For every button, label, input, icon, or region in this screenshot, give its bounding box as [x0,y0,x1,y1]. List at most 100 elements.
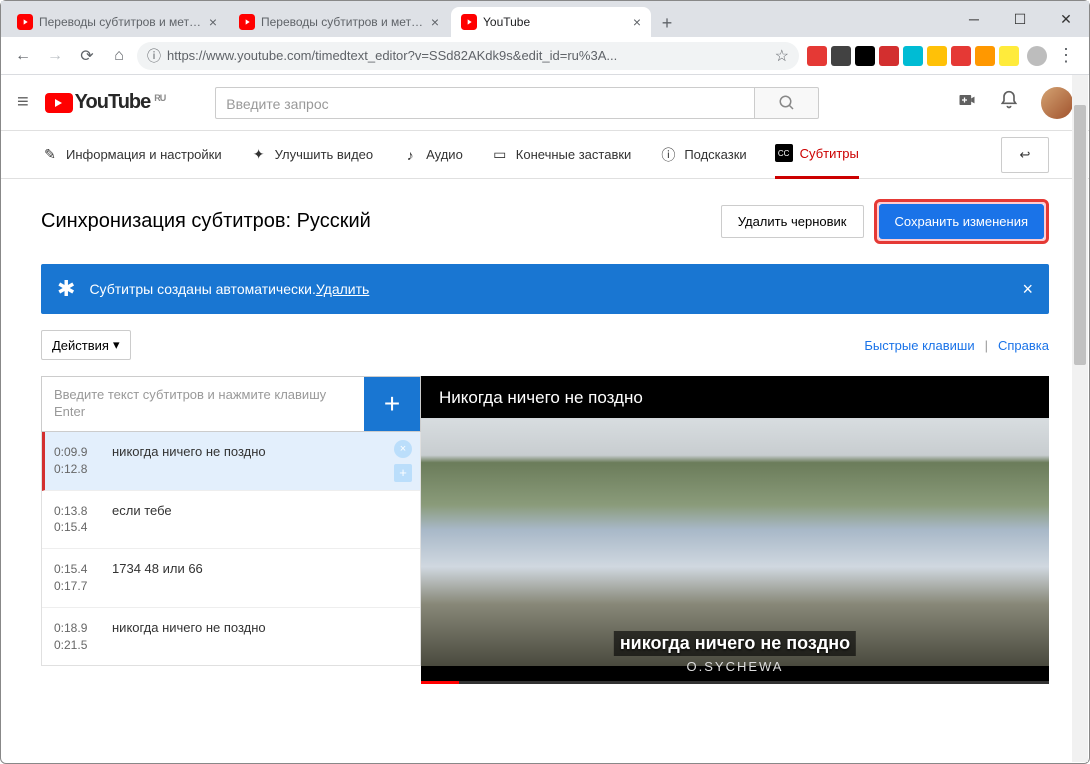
menu-button[interactable]: ⋮ [1051,45,1081,66]
delete-draft-button[interactable]: Удалить черновик [721,205,864,238]
tab-audio[interactable]: ♪Аудио [401,131,463,179]
save-changes-button[interactable]: Сохранить изменения [879,204,1045,239]
extension-icon[interactable] [903,46,923,66]
extension-icon[interactable] [855,46,875,66]
subtitle-text[interactable]: 1734 48 или 66 [112,561,408,595]
add-subtitle-button[interactable]: + [364,377,420,431]
wand-icon: ✦ [250,146,268,164]
subtitle-text[interactable]: никогда ничего не поздно [112,444,408,478]
youtube-favicon-icon [17,14,33,30]
subtitle-item[interactable]: 0:18.9 0:21.5 никогда ничего не поздно [42,608,420,666]
remove-subtitle-icon[interactable]: × [394,440,412,458]
scrollbar-thumb[interactable] [1074,105,1086,365]
search-button[interactable] [755,87,819,119]
region-label: RU [154,93,165,103]
header-actions [957,87,1073,119]
help-link[interactable]: Справка [998,338,1049,353]
subtitle-text-input[interactable]: Введите текст субтитров и нажмите клавиш… [42,377,364,431]
youtube-header: ≡ YouTube RU Введите запрос [1,75,1089,131]
bookmark-icon[interactable]: ☆ [775,46,789,66]
url-field[interactable]: ⓘ https://www.youtube.com/timedtext_edit… [137,42,799,70]
actions-dropdown[interactable]: Действия ▾ [41,330,131,360]
close-icon[interactable]: × [633,14,641,30]
new-tab-button[interactable]: + [653,9,681,37]
extension-icon[interactable] [999,46,1019,66]
banner-delete-link[interactable]: Удалить [316,281,369,297]
extension-icon[interactable] [807,46,827,66]
subtitle-text[interactable]: никогда ничего не поздно [112,620,408,654]
video-preview[interactable]: Никогда ничего не поздно никогда ничего … [421,376,1049,684]
extensions [803,46,1023,66]
upload-icon[interactable] [957,90,977,115]
search-form: Введите запрос [215,87,819,119]
tab-endscreens[interactable]: ▭Конечные заставки [491,131,632,179]
return-button[interactable]: ↩ [1001,137,1049,173]
subtitle-editor: Введите текст субтитров и нажмите клавиш… [1,376,1089,684]
forward-button[interactable]: → [41,42,69,70]
home-button[interactable]: ⌂ [105,42,133,70]
tab-subtitles[interactable]: CCСубтитры [775,131,859,179]
tab-title: YouTube [483,15,627,29]
extension-icon[interactable] [831,46,851,66]
browser-tab[interactable]: Переводы субтитров и метадан × [7,7,227,37]
browser-tab[interactable]: Переводы субтитров и метадан × [229,7,449,37]
subtitle-list: 0:09.9 0:12.8 никогда ничего не поздно ×… [41,432,421,666]
auto-subs-banner: ✱ Субтитры созданы автоматически. Удалит… [41,264,1049,314]
info-icon: ⓘ [659,146,677,164]
asterisk-icon: ✱ [57,276,75,302]
endscreen-icon: ▭ [491,146,509,164]
tab-cards[interactable]: ⓘПодсказки [659,131,746,179]
shortcuts-link[interactable]: Быстрые клавиши [864,338,974,353]
help-links: Быстрые клавиши | Справка [864,338,1049,353]
subtitle-times[interactable]: 0:15.4 0:17.7 [54,561,112,595]
tab-info[interactable]: ✎Информация и настройки [41,131,222,179]
subtitle-times[interactable]: 0:09.9 0:12.8 [54,444,112,478]
close-icon[interactable]: × [209,14,217,30]
logo-text: YouTube [75,91,151,114]
notifications-icon[interactable] [999,90,1019,115]
youtube-logo[interactable]: YouTube RU [45,91,166,114]
site-info-icon[interactable]: ⓘ [147,46,161,66]
subtitle-item[interactable]: 0:13.8 0:15.4 если тебе [42,491,420,550]
close-window-button[interactable]: ✕ [1043,1,1089,37]
cc-icon: CC [775,144,793,162]
url-text: https://www.youtube.com/timedtext_editor… [167,48,617,63]
editor-tabs: ✎Информация и настройки ✦Улучшить видео … [1,131,1089,179]
browser-tab-active[interactable]: YouTube × [451,7,651,37]
youtube-favicon-icon [239,14,255,30]
profile-icon[interactable] [1027,46,1047,66]
subtitle-item[interactable]: 0:09.9 0:12.8 никогда ничего не поздно ×… [42,432,420,491]
subtitle-item[interactable]: 0:15.4 0:17.7 1734 48 или 66 [42,549,420,608]
insert-subtitle-icon[interactable]: + [394,464,412,482]
subtitle-times[interactable]: 0:18.9 0:21.5 [54,620,112,654]
subtitle-times[interactable]: 0:13.8 0:15.4 [54,503,112,537]
tab-title: Переводы субтитров и метадан [261,15,425,29]
extension-icon[interactable] [879,46,899,66]
pencil-icon: ✎ [41,146,59,164]
window-controls: ─ ☐ ✕ [951,1,1089,37]
youtube-play-icon [45,93,73,113]
hamburger-icon[interactable]: ≡ [17,91,45,114]
avatar[interactable] [1041,87,1073,119]
video-title: Никогда ничего не поздно [421,376,1049,420]
reload-button[interactable]: ⟳ [73,42,101,70]
scrollbar[interactable] [1072,75,1088,762]
maximize-button[interactable]: ☐ [997,1,1043,37]
video-progress[interactable] [421,681,1049,684]
minimize-button[interactable]: ─ [951,1,997,37]
banner-close-button[interactable]: × [1022,279,1033,300]
extension-icon[interactable] [951,46,971,66]
banner-text: Субтитры созданы автоматически. [89,281,315,297]
subtitle-input-row: Введите текст субтитров и нажмите клавиш… [41,376,421,432]
address-bar: ← → ⟳ ⌂ ⓘ https://www.youtube.com/timedt… [1,37,1089,75]
save-highlight: Сохранить изменения [874,199,1050,244]
extension-icon[interactable] [975,46,995,66]
close-icon[interactable]: × [431,14,439,30]
back-button[interactable]: ← [9,42,37,70]
subtitle-text[interactable]: если тебе [112,503,408,537]
tab-enhance[interactable]: ✦Улучшить видео [250,131,374,179]
extension-icon[interactable] [927,46,947,66]
browser-tab-strip: Переводы субтитров и метадан × Переводы … [1,1,1089,37]
search-input[interactable]: Введите запрос [215,87,755,119]
chevron-down-icon: ▾ [113,337,120,353]
